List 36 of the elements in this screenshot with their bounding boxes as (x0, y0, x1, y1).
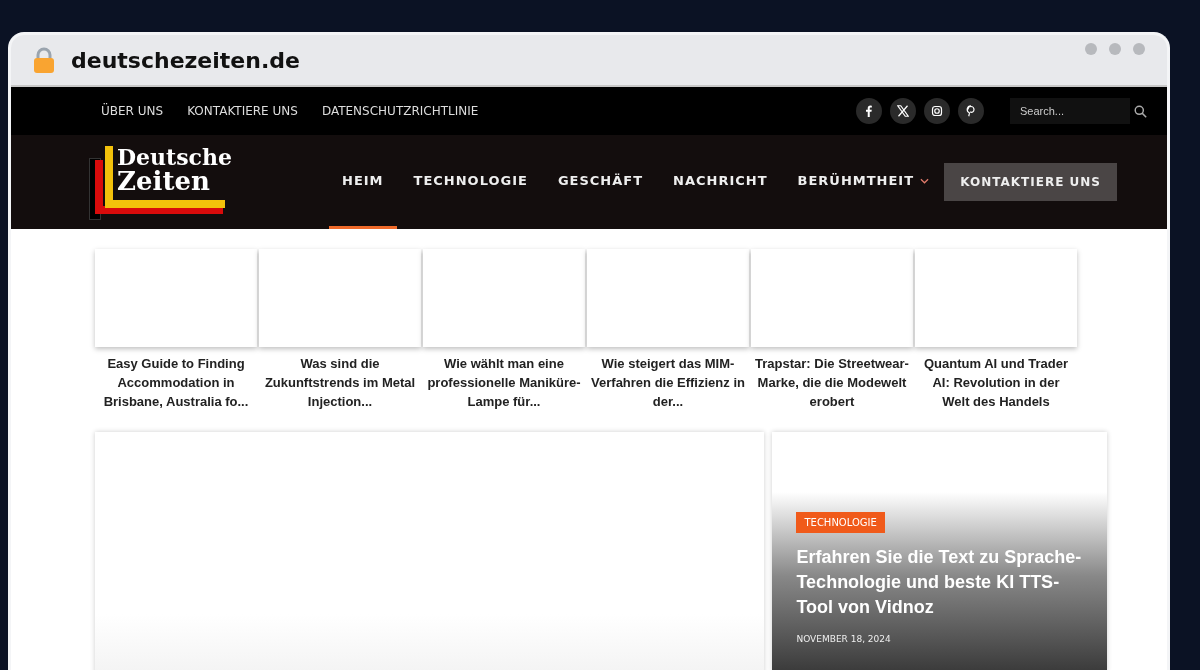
pinterest-icon[interactable] (958, 98, 984, 124)
nav-item[interactable]: HEIM (329, 135, 397, 229)
window-dot[interactable] (1085, 43, 1097, 55)
top-link[interactable]: DATENSCHUTZRICHTLINIE (321, 104, 479, 118)
window-dot[interactable] (1109, 43, 1121, 55)
site-logo[interactable]: Deutsche Zeiten (89, 144, 229, 220)
nav-item[interactable]: BERÜHMTHEIT (784, 135, 943, 229)
post-title[interactable]: Wie steigert das MIM-Verfahren die Effizienz in der... (587, 355, 749, 412)
post-title[interactable]: Was sind die Zukunftstrends im Metal Injection... (259, 355, 421, 412)
thumbnail[interactable] (587, 249, 749, 347)
nav-item[interactable]: TECHNOLOGIE (400, 135, 541, 229)
post-title[interactable]: Easy Guide to Finding Accommodation in Brisbane, Australia fo... (95, 355, 257, 412)
thumbnail[interactable] (259, 249, 421, 347)
nav-item[interactable]: GESCHÄFT (544, 135, 657, 229)
featured-title[interactable]: Erfahren Sie die Text zu Sprache-Technologie und beste KI TTS-Tool von Vidnoz (796, 544, 1087, 621)
thumbnail[interactable] (751, 249, 913, 347)
thumbnail[interactable] (915, 249, 1077, 347)
window-dot[interactable] (1133, 43, 1145, 55)
thumbnail[interactable] (423, 249, 585, 347)
search-icon[interactable] (1134, 104, 1147, 118)
search-field[interactable]: Search... (1010, 98, 1130, 124)
thumbnail[interactable] (95, 249, 257, 347)
post-date: NOVEMBER 18, 2024 (796, 634, 891, 645)
post-title[interactable]: Wie wählt man eine professionelle Maniküre-Lampe für... (423, 355, 585, 412)
top-link[interactable]: KONTAKTIERE UNS (187, 104, 298, 118)
top-link[interactable]: ÜBER UNS (101, 104, 164, 118)
post-title[interactable]: Trapstar: Die Streetwear-Marke, die die Modewelt erobert (751, 355, 913, 412)
featured-card[interactable]: TECHNOLOGIE Erfahren Sie die Text zu Sprache-Technologie und beste KI TTS-Tool von Vidnoz NOVEMBER 18, 2024 (772, 431, 1107, 670)
nav-item[interactable]: NACHRICHT (660, 135, 781, 229)
facebook-icon[interactable] (856, 98, 882, 124)
address-text[interactable]: deutschezeiten.de (71, 47, 300, 73)
instagram-icon[interactable] (924, 98, 950, 124)
x-icon[interactable] (890, 98, 916, 124)
contact-button[interactable]: KONTAKTIERE UNS (944, 163, 1117, 201)
post-title[interactable]: Quantum AI und Trader AI: Revolution in der Welt des Handels (915, 355, 1077, 412)
padlock-icon (33, 47, 55, 73)
